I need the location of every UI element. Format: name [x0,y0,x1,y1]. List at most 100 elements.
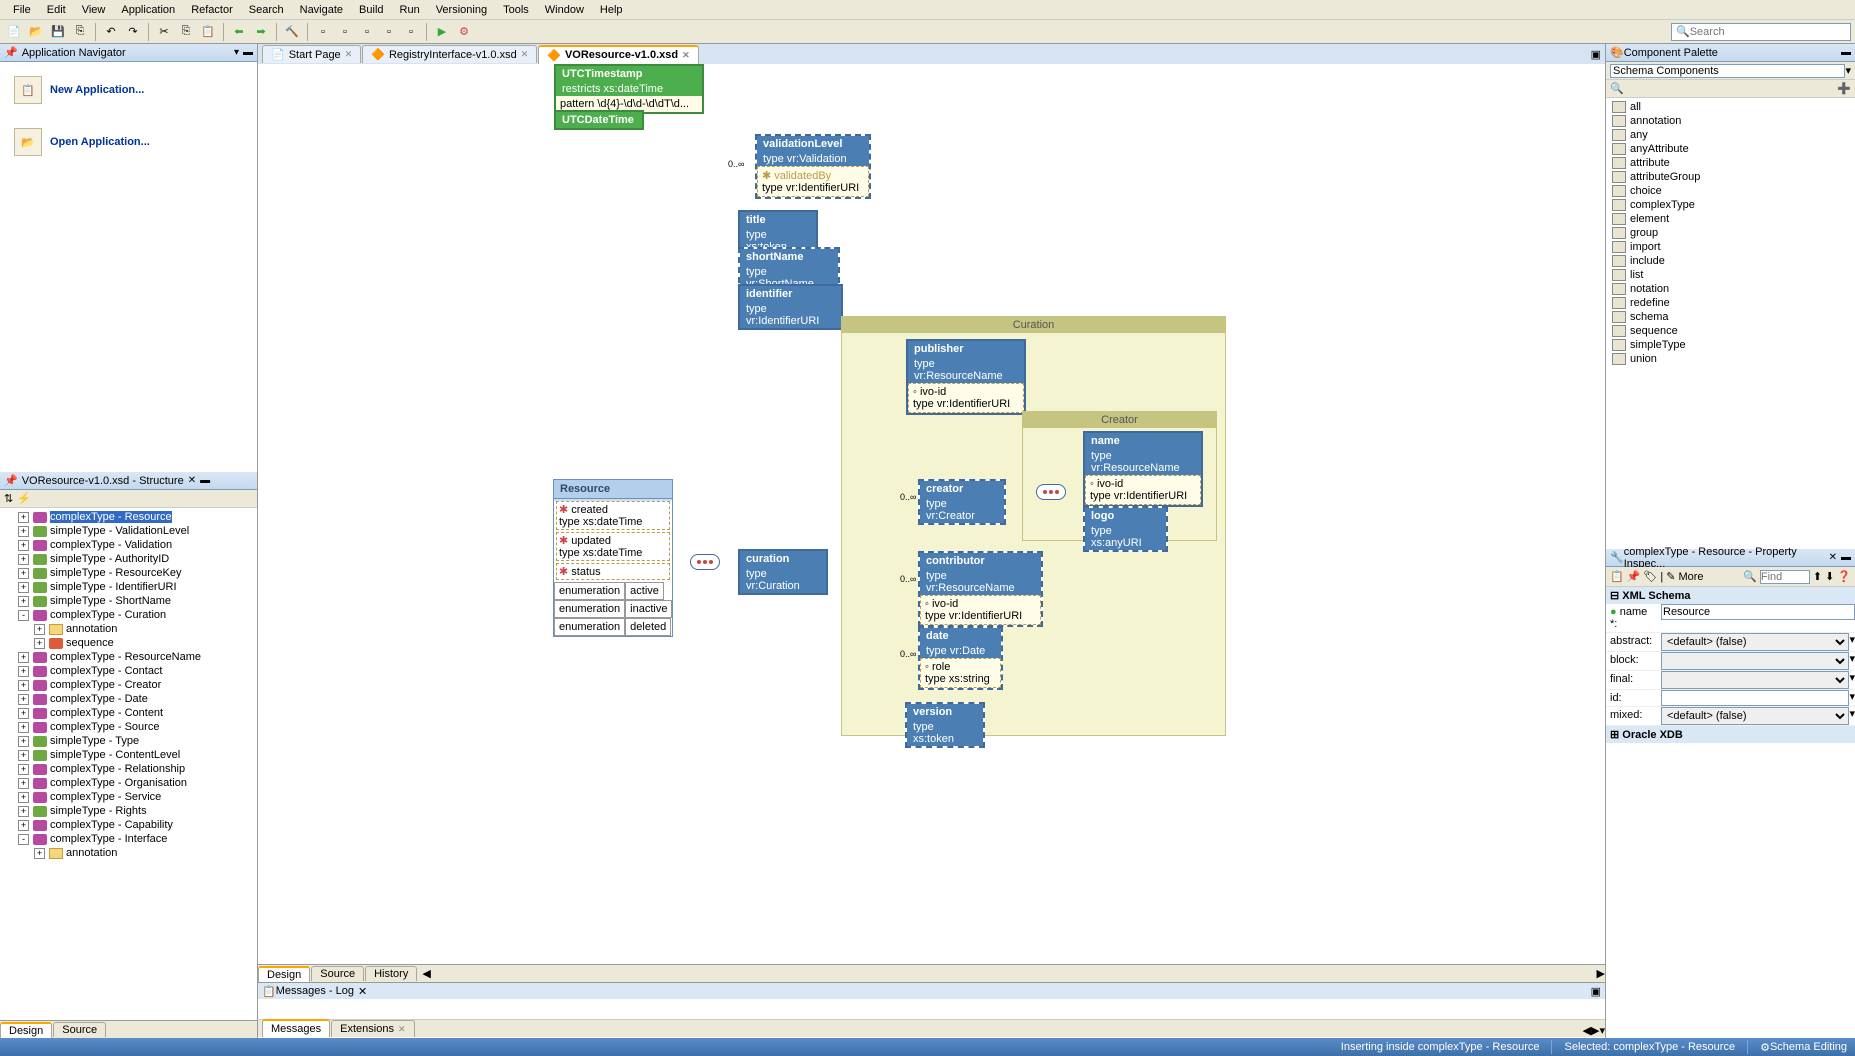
more-icon[interactable]: ▾ [1849,633,1855,651]
component-item-simpleType[interactable]: simpleType [1608,338,1853,352]
id-input[interactable] [1661,690,1849,706]
tree-item[interactable]: +complexType - Creator [2,678,255,692]
tool5-icon[interactable]: ▫ [401,22,421,42]
node-curation[interactable]: curation type vr:Curation [738,549,828,595]
minimize-icon[interactable]: ▬ [1841,552,1851,563]
tool4-icon[interactable]: ▫ [379,22,399,42]
component-item-all[interactable]: all [1608,100,1853,114]
back-icon[interactable]: ⬅ [229,22,249,42]
dropdown-icon[interactable]: ▾ [1845,64,1851,77]
sequence-connector[interactable] [690,554,720,570]
tree-item[interactable]: +complexType - Source [2,720,255,734]
tree-item[interactable]: +complexType - Contact [2,664,255,678]
expand-icon[interactable]: + [18,722,29,733]
tree-item[interactable]: +complexType - Resource [2,510,255,524]
tool2-icon[interactable]: ▫ [335,22,355,42]
expand-icon[interactable]: + [18,820,29,831]
expand-icon[interactable]: + [18,694,29,705]
expand-icon[interactable]: + [18,596,29,607]
component-item-any[interactable]: any [1608,128,1853,142]
tree-item[interactable]: +simpleType - AuthorityID [2,552,255,566]
scroll-right-icon[interactable]: ▶ [1597,967,1605,980]
tree-item[interactable]: +simpleType - ValidationLevel [2,524,255,538]
maximize-icon[interactable]: ▣ [1591,48,1601,61]
expand-icon[interactable]: + [18,540,29,551]
expand-icon[interactable]: + [18,582,29,593]
open-application[interactable]: 📂 Open Application... [6,120,251,164]
tree-item[interactable]: +complexType - Content [2,706,255,720]
mixed-select[interactable]: <default> (false) [1661,707,1849,725]
copy-icon[interactable]: ⎘ [176,22,196,42]
sort-icon[interactable]: ⇅ [4,492,13,505]
expand-icon[interactable]: + [34,848,45,859]
tab-history[interactable]: History [365,966,417,981]
redo-icon[interactable]: ↷ [123,22,143,42]
more-icon[interactable]: ▾ [1849,690,1855,706]
search-box[interactable]: 🔍 [1671,23,1851,41]
tree-item[interactable]: +simpleType - ResourceKey [2,566,255,580]
edit-icon[interactable]: ✎ [1666,570,1675,583]
xml-schema-section[interactable]: ⊟ XML Schema [1606,587,1855,604]
component-item-redefine[interactable]: redefine [1608,296,1853,310]
undo-icon[interactable]: ↶ [101,22,121,42]
search-icon[interactable]: 🔍 [1610,82,1624,95]
expand-icon[interactable]: - [18,834,29,845]
node-date[interactable]: date type vr:Date ◦ role type xs:string [918,626,1003,690]
tree-item[interactable]: +annotation [2,846,255,860]
tab-extensions[interactable]: Extensions ✕ [331,1020,414,1037]
nav-up-icon[interactable]: ⬆ [1813,570,1822,583]
expand-icon[interactable]: + [18,680,29,691]
more-link[interactable]: More [1678,571,1703,583]
component-item-choice[interactable]: choice [1608,184,1853,198]
nav-next-icon[interactable]: ▶ [1591,1024,1599,1037]
tab-source[interactable]: Source [311,966,364,981]
expand-icon[interactable]: + [18,652,29,663]
expand-icon[interactable]: + [34,624,45,635]
tree-item[interactable]: +simpleType - ContentLevel [2,748,255,762]
tab-source[interactable]: Source [53,1022,106,1037]
diagram-area[interactable]: UTCTimestamp restricts xs:dateTime patte… [258,64,1605,964]
tree-item[interactable]: +complexType - Relationship [2,762,255,776]
name-input[interactable] [1661,604,1855,620]
tab-design[interactable]: Design [0,1022,52,1038]
expand-icon[interactable]: + [18,666,29,677]
tree-item[interactable]: +complexType - Capability [2,818,255,832]
menu-help[interactable]: Help [592,2,631,18]
close-icon[interactable]: ✕ [682,50,690,61]
help-icon[interactable]: ❓ [1837,570,1851,583]
component-item-sequence[interactable]: sequence [1608,324,1853,338]
pin-icon[interactable]: 📌 [4,474,18,487]
scroll-left-icon[interactable]: ◀ [422,967,430,980]
menu-refactor[interactable]: Refactor [183,2,241,18]
menu-file[interactable]: File [5,2,39,18]
node-utcdatetime[interactable]: UTCDateTime [554,110,644,130]
more-icon[interactable]: ▾ [1849,671,1855,689]
close-icon[interactable]: ✕ [188,475,196,486]
close-icon[interactable]: ✕ [521,49,529,60]
menu-navigate[interactable]: Navigate [292,2,351,18]
block-select[interactable] [1661,652,1849,670]
expand-icon[interactable]: + [18,568,29,579]
tab-messages[interactable]: Messages [262,1019,330,1037]
tree-item[interactable]: -complexType - Interface [2,832,255,846]
node-contributor[interactable]: contributor type vr:ResourceName ◦ ivo-i… [918,551,1043,627]
cut-icon[interactable]: ✂ [154,22,174,42]
component-item-schema[interactable]: schema [1608,310,1853,324]
debug-icon[interactable]: ⚙ [454,22,474,42]
expand-icon[interactable]: + [18,750,29,761]
pin-icon[interactable]: 📌 [1627,570,1641,583]
filter-icon[interactable]: ⚡ [17,492,31,505]
oracle-xdb-section[interactable]: ⊞ Oracle XDB [1606,726,1855,743]
expand-icon[interactable]: - [18,610,29,621]
component-item-list[interactable]: list [1608,268,1853,282]
tree-item[interactable]: +simpleType - Type [2,734,255,748]
expand-icon[interactable]: + [34,638,45,649]
node-creator[interactable]: creator type vr:Creator [918,479,1006,525]
component-item-include[interactable]: include [1608,254,1853,268]
minimize-icon[interactable]: ▬ [243,47,253,58]
more-icon[interactable]: ▾ [1849,707,1855,725]
component-item-attributeGroup[interactable]: attributeGroup [1608,170,1853,184]
save-all-icon[interactable]: ⎘ [70,22,90,42]
node-utctimestamp[interactable]: UTCTimestamp restricts xs:dateTime patte… [554,64,704,114]
tree-item[interactable]: +annotation [2,622,255,636]
